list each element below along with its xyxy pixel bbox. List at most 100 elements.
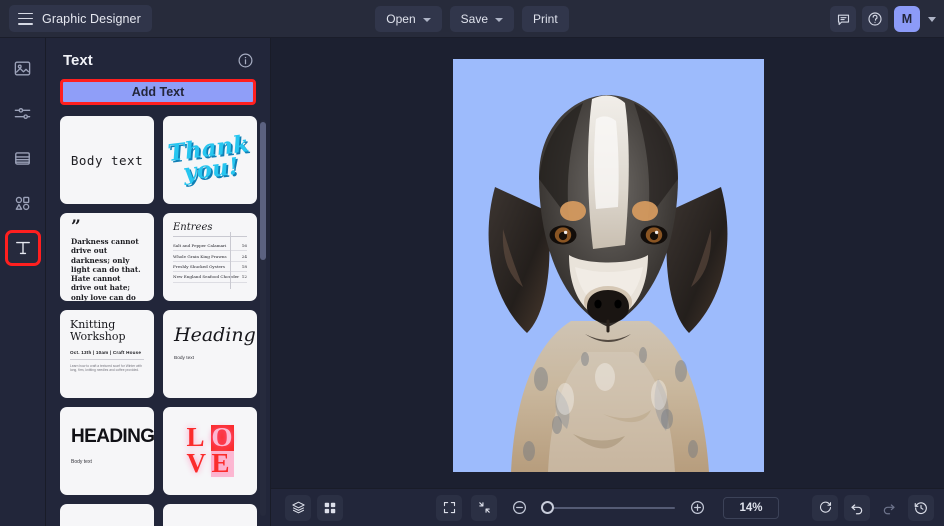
avatar[interactable]: M [894, 6, 920, 32]
hamburger-icon[interactable] [18, 12, 33, 25]
template-body-text: Body text [70, 152, 144, 168]
template-grid: Body text Thank you! ” Darkness cannot dr… [60, 116, 257, 526]
zoom-slider[interactable] [541, 501, 675, 515]
template-card-menu[interactable]: Entrees Salt and Pepper Calamari 16 Whol… [163, 213, 257, 301]
adjustments-icon [14, 107, 31, 119]
thank-you-text: Thank you! [167, 131, 253, 187]
layers-button[interactable] [285, 494, 311, 521]
menu-item-name: Whole Grain King Prawns [173, 253, 227, 259]
knitting-body: Learn how to craft a textured scarf for … [70, 363, 143, 373]
avatar-initial: M [901, 12, 913, 26]
left-tool-rail [0, 38, 46, 526]
template-list[interactable]: Body text Thank you! ” Darkness cannot dr… [46, 116, 270, 526]
menu-item-name: Freshly Shucked Oysters [173, 263, 225, 269]
canvas-stage[interactable] [271, 38, 944, 488]
template-card-heading-script[interactable]: Heading Body text [163, 310, 257, 398]
app-window: Graphic Designer Open Save Print M Text … [0, 0, 944, 526]
history-button[interactable] [908, 494, 934, 521]
thank-you-line2: you! [181, 152, 241, 187]
top-bar-right: M [830, 0, 936, 38]
template-card-partial[interactable] [60, 504, 154, 526]
undo-button[interactable] [844, 494, 870, 521]
help-button[interactable] [862, 6, 888, 32]
comment-button[interactable] [830, 6, 856, 32]
zoom-out-button[interactable] [506, 495, 532, 521]
template-card-thank-you[interactable]: Thank you! [163, 116, 257, 204]
page-title: Text [63, 52, 93, 69]
template-card-body-text[interactable]: Body text [60, 116, 154, 204]
love-letter-grid: L O V E [186, 424, 234, 477]
print-button[interactable]: Print [522, 6, 569, 32]
sidebar-item-images[interactable] [7, 52, 39, 84]
redo-button[interactable] [876, 495, 902, 521]
open-button[interactable]: Open [375, 6, 442, 32]
add-text-button[interactable]: Add Text [60, 79, 256, 105]
design-canvas[interactable] [453, 59, 764, 472]
chevron-down-icon [422, 17, 431, 22]
dog-portrait-artwork [453, 59, 764, 472]
grid-view-button[interactable] [317, 494, 343, 521]
template-card-knitting[interactable]: Knitting Workshop Oct. 13th | 10am | Cra… [60, 310, 154, 398]
template-card-quote[interactable]: ” Darkness cannot drive out darkness; on… [60, 213, 154, 301]
heading-script-body: Body text [174, 356, 194, 361]
quote-card: ” Darkness cannot drive out darkness; on… [60, 213, 154, 301]
undo-icon [851, 503, 863, 514]
menu-card: Entrees Salt and Pepper Calamari 16 Whol… [163, 213, 257, 301]
template-card-partial[interactable] [163, 504, 257, 526]
text-icon [15, 241, 30, 255]
sidebar-item-elements[interactable] [7, 187, 39, 219]
app-title: Graphic Designer [42, 11, 141, 26]
menu-rule [173, 236, 247, 237]
sidebar-item-layers[interactable] [7, 142, 39, 174]
open-button-label: Open [386, 12, 416, 26]
menu-row: Salt and Pepper Calamari 16 [173, 241, 247, 252]
redo-icon [883, 503, 895, 514]
reset-rotate-icon [819, 501, 831, 513]
heading-script-text: Heading [174, 324, 256, 346]
shapes-icon [15, 196, 30, 210]
collapse-arrows-icon [478, 502, 490, 513]
top-bar: Graphic Designer Open Save Print M [0, 0, 944, 38]
sidebar-item-adjust[interactable] [7, 97, 39, 129]
menu-item-name: Salt and Pepper Calamari [173, 243, 227, 249]
info-button[interactable] [237, 52, 254, 69]
reset-button[interactable] [812, 494, 838, 521]
love-card: L O V E [163, 407, 257, 495]
knitting-card: Knitting Workshop Oct. 13th | 10am | Cra… [60, 310, 154, 398]
zoom-in-icon [690, 501, 704, 514]
panel-scrollbar[interactable] [260, 120, 266, 516]
text-panel: Text Add Text Body text Thank you! ” Dar… [46, 38, 271, 526]
sidebar-item-text[interactable] [4, 230, 41, 266]
app-menu-chip[interactable]: Graphic Designer [9, 5, 152, 32]
zoom-out-icon [512, 501, 526, 514]
fit-to-screen-button[interactable] [436, 494, 462, 521]
bottom-bar-right [812, 494, 934, 521]
knitting-divider [70, 358, 144, 360]
save-button-label: Save [460, 12, 489, 26]
template-card-heading-bold[interactable]: HEADING Body text [60, 407, 154, 495]
menu-item-price: 12 [241, 274, 247, 280]
save-button[interactable]: Save [449, 6, 515, 32]
quote-mark: ” [71, 217, 81, 237]
heading-bold-body: Body text [71, 459, 92, 465]
zoom-in-button[interactable] [684, 495, 710, 521]
quote-text: Darkness cannot drive out darkness; only… [71, 237, 141, 301]
heading-script-card: Heading Body text [163, 310, 257, 398]
heading-bold-card: HEADING Body text [60, 407, 154, 495]
menu-item-price: 18 [241, 263, 247, 269]
menu-row: New England Seafood Chowder 12 [173, 272, 247, 283]
top-bar-left: Graphic Designer [9, 5, 152, 32]
account-chevron-down-icon[interactable] [928, 16, 936, 22]
template-card-love[interactable]: L O V E [163, 407, 257, 495]
layers-stack-icon [291, 501, 305, 514]
chevron-down-icon [495, 17, 504, 22]
zoom-slider-handle[interactable] [541, 501, 554, 514]
menu-vertical-rule [230, 232, 231, 289]
zoom-level-value[interactable]: 14% [723, 496, 779, 519]
thank-you-art: Thank you! [163, 116, 257, 204]
collapse-view-button[interactable] [471, 494, 497, 521]
love-letter-e: E [210, 450, 234, 477]
add-text-wrap: Add Text [46, 77, 270, 105]
panel-scrollbar-thumb[interactable] [260, 122, 266, 260]
grid-view-icon [324, 502, 336, 513]
